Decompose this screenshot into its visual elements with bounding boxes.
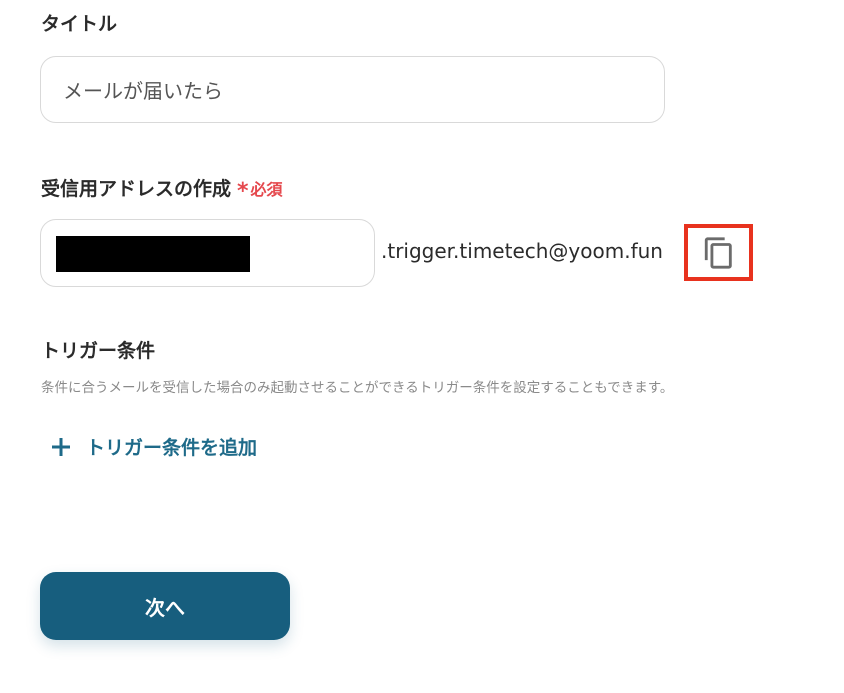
address-domain-suffix: .trigger.timetech@yoom.fun: [381, 239, 663, 263]
title-label: タイトル: [41, 13, 118, 35]
trigger-conditions-label: トリガー条件: [41, 340, 156, 362]
required-mark: *: [237, 179, 249, 204]
required-indicator: * 必須: [237, 180, 283, 203]
next-button[interactable]: 次へ: [40, 572, 290, 640]
email-trigger-form: タイトル 受信用アドレスの作成*必須 .trigger.timetech@yoo…: [0, 0, 844, 693]
title-input[interactable]: [40, 56, 665, 123]
add-trigger-condition-label: トリガー条件を追加: [86, 437, 258, 459]
required-text: 必須: [250, 180, 283, 199]
copy-address-button[interactable]: [684, 224, 753, 281]
trigger-conditions-description: 条件に合うメールを受信した場合のみ起動させることができるトリガー条件を設定するこ…: [41, 380, 674, 396]
add-trigger-condition-button[interactable]: トリガー条件を追加: [50, 433, 257, 460]
plus-icon: [52, 437, 70, 456]
address-label: 受信用アドレスの作成: [41, 178, 232, 200]
redacted-prefix: [56, 236, 250, 272]
address-label-row: 受信用アドレスの作成 * 必須: [41, 180, 283, 203]
copy-icon: [704, 236, 732, 269]
